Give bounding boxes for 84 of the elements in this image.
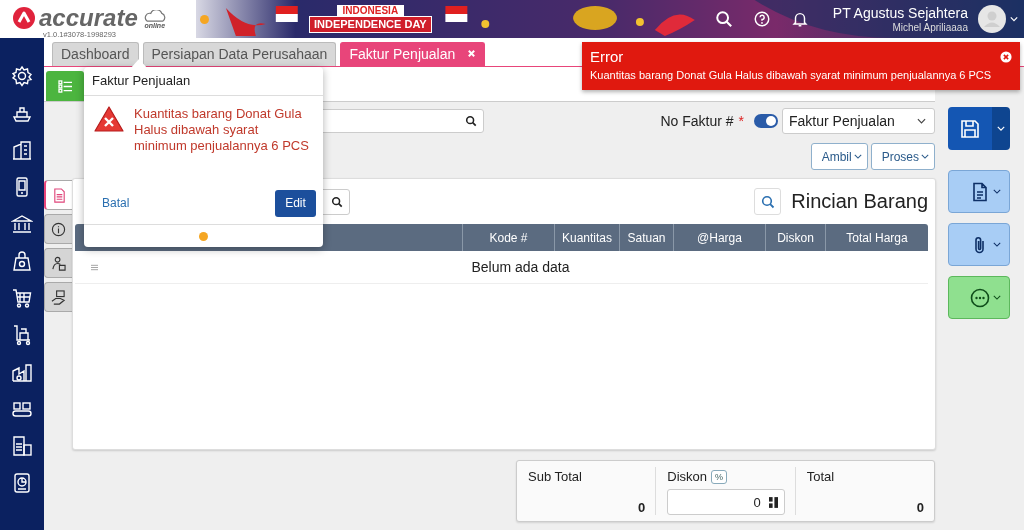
side-tab[interactable] [44, 282, 72, 312]
caret-icon [992, 242, 1001, 247]
more-icon [969, 287, 990, 308]
hand-money-icon [51, 289, 66, 305]
empty-message: Belum ada data [470, 259, 571, 275]
bank-icon[interactable] [11, 213, 33, 235]
list-icon [57, 79, 73, 93]
edit-button[interactable]: Edit [275, 189, 316, 217]
report-icon[interactable] [11, 472, 33, 494]
search-icon[interactable] [714, 10, 733, 28]
trolley-icon[interactable] [11, 324, 33, 346]
toast-message: Kuantitas barang Donat Gula Halus dibawah syarat minimum penjualannya 6 PCS [590, 69, 993, 81]
cart-icon[interactable] [11, 287, 33, 309]
side-tab[interactable] [44, 180, 72, 210]
logo-text: accurate [39, 6, 138, 30]
error-message: Kuantitas barang Donat Gula Halus dibawah syarat minimum penjualannya 6 PCS [134, 106, 310, 155]
column-header: Kuantitas [554, 224, 619, 251]
save-button[interactable] [948, 107, 992, 150]
factory-icon[interactable] [11, 361, 33, 383]
type-select[interactable]: Faktur Penjualan [782, 108, 935, 134]
field-label: No Faktur # [660, 113, 734, 129]
search-icon [331, 195, 343, 208]
warning-icon [94, 106, 124, 132]
person-icon [51, 255, 66, 271]
caret-icon [992, 189, 1001, 194]
banner-title: INDONESIA [336, 5, 405, 16]
save-icon [960, 118, 980, 139]
logo-icon [13, 7, 35, 29]
toast-title: Error [590, 48, 624, 65]
discount-field[interactable]: 0 [667, 489, 785, 515]
popover-title: Faktur Penjualan [84, 67, 323, 96]
caret-icon [992, 295, 1001, 300]
required-mark: * [738, 113, 744, 129]
notification-icon[interactable] [790, 10, 809, 28]
dropdown-button[interactable] [992, 107, 1010, 150]
banner-title: INDEPENDENCE DAY [309, 16, 432, 33]
help-icon[interactable] [752, 10, 771, 28]
more-button[interactable] [948, 276, 1010, 319]
avatar-icon[interactable] [978, 5, 1006, 33]
status-dot [200, 14, 209, 24]
user-name: Michel Apriliaaaa [892, 21, 968, 34]
dropdown-button[interactable]: Proses [870, 143, 935, 170]
caret-icon [921, 154, 929, 159]
dropdown-button[interactable]: Ambil [810, 143, 868, 170]
close-icon[interactable] [467, 49, 477, 58]
side-tab[interactable] [44, 248, 72, 278]
caret-icon [853, 154, 862, 159]
search-icon [760, 194, 775, 209]
tab[interactable]: Faktur Penjualan [340, 42, 486, 66]
chevron-icon[interactable] [1010, 16, 1018, 22]
total-label: Total [806, 469, 836, 484]
toggle-switch[interactable] [754, 114, 778, 128]
document-button[interactable] [948, 170, 1010, 213]
building-icon[interactable] [11, 139, 33, 161]
unit-toggle[interactable]: % [711, 469, 728, 484]
status-dot [199, 231, 208, 241]
search-icon [465, 115, 477, 127]
document-icon [51, 187, 67, 203]
column-header: @Harga [673, 224, 765, 251]
cancel-link[interactable]: Batal [102, 196, 130, 210]
column-header: Satuan [619, 224, 673, 251]
close-icon[interactable] [1000, 50, 1012, 63]
calculator-icon[interactable] [768, 496, 778, 508]
company-name: PT Agustus Sejahtera [832, 4, 968, 22]
drag-handle-icon[interactable] [89, 263, 99, 271]
search-button[interactable] [754, 188, 782, 215]
list-button[interactable] [46, 71, 84, 101]
bag-icon[interactable] [11, 250, 33, 272]
chevron-icon [917, 118, 926, 124]
info-icon [51, 221, 66, 237]
tab[interactable]: Persiapan Data Perusahaan [142, 42, 337, 66]
total-value: 0 [915, 500, 924, 515]
caret-icon [997, 126, 1005, 131]
total-label: Diskon [667, 469, 708, 484]
attachment-button[interactable] [948, 223, 1010, 266]
total-label: Sub Total [528, 469, 583, 484]
section-title: Rincian Barang [791, 190, 928, 213]
settings-icon[interactable] [11, 65, 33, 87]
side-tab[interactable] [44, 214, 72, 244]
column-header: Kode # [462, 224, 554, 251]
column-header: Total Harga [825, 224, 928, 251]
total-value: 0 [637, 500, 646, 515]
tab[interactable]: Dashboard [52, 42, 139, 66]
column-header: Diskon [765, 224, 825, 251]
